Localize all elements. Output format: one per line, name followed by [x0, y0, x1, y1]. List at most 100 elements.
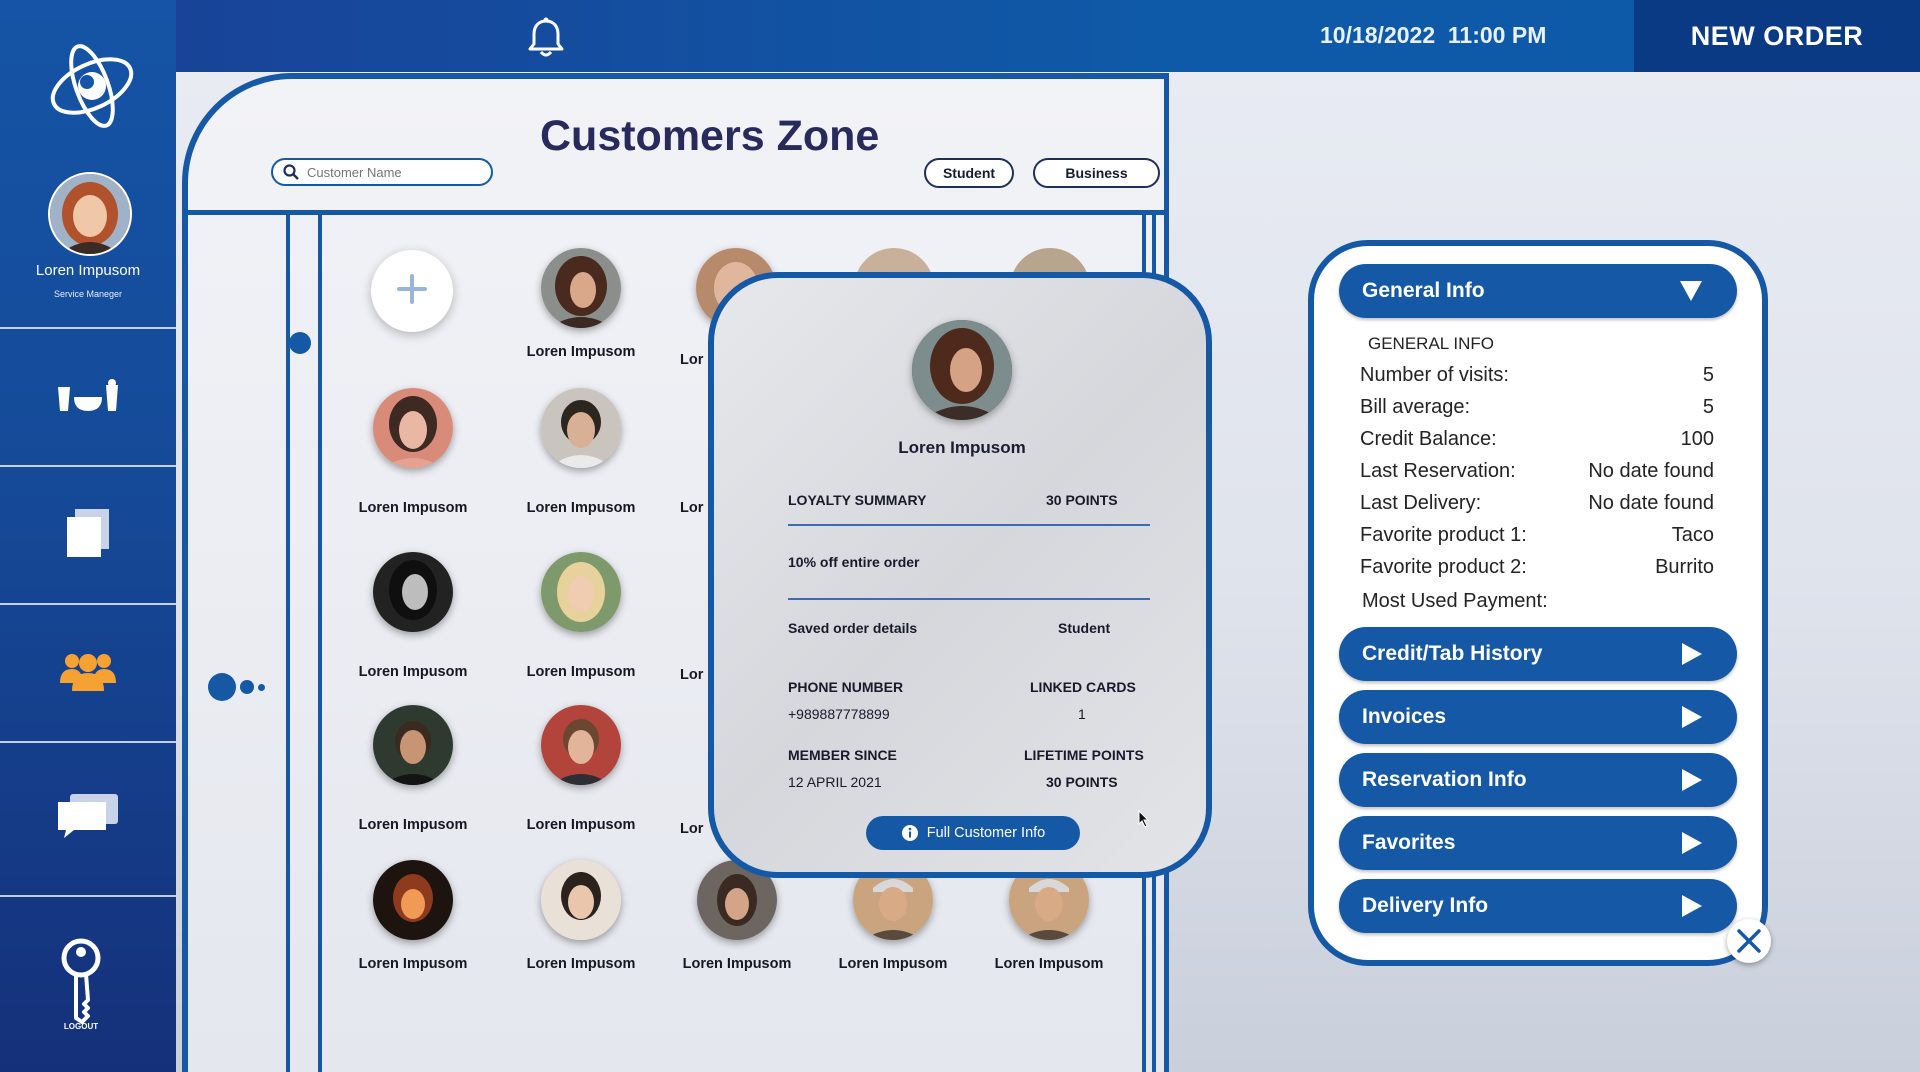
triangle-right-icon: [1681, 831, 1703, 855]
card-divider: [788, 598, 1150, 600]
info-label: Favorite product 1:: [1360, 524, 1527, 546]
sidebar-item-chat[interactable]: [0, 743, 176, 893]
lifetime-points-value: 30 POINTS: [1046, 774, 1118, 790]
notification-bell-icon[interactable]: [524, 16, 568, 65]
card-customer-name: Loren Impusom: [898, 438, 1026, 457]
logout-label[interactable]: LOGOUT: [0, 1022, 162, 1031]
search-field[interactable]: [271, 158, 493, 186]
scroll-marker[interactable]: [289, 332, 311, 354]
triangle-right-icon: [1681, 705, 1703, 729]
customer-card[interactable]: Loren Impusom: [338, 552, 488, 680]
date-text: 10/18/2022: [1320, 22, 1436, 48]
close-panel-button[interactable]: [1727, 919, 1771, 963]
general-info-toggle[interactable]: General Info: [1339, 264, 1737, 318]
credit-tab-history-toggle[interactable]: Credit/Tab History: [1339, 627, 1737, 681]
section-label: Invoices: [1362, 705, 1447, 728]
customer-name: Loren Impusom: [358, 956, 468, 972]
add-customer-button[interactable]: [371, 250, 453, 332]
app-logo-icon: [44, 38, 140, 139]
customer-avatar: [541, 552, 621, 632]
info-icon: [901, 824, 919, 842]
customer-card[interactable]: Loren Impusom: [506, 860, 656, 972]
customer-name: Loren Impusom: [838, 956, 948, 972]
customer-card[interactable]: Loren Impusom: [506, 248, 656, 360]
info-label: Last Delivery:: [1360, 492, 1482, 514]
customer-card[interactable]: Loren Impusom: [506, 388, 656, 516]
general-info-label: General Info: [1362, 279, 1485, 302]
page-indicator-dot[interactable]: [258, 684, 265, 691]
section-label: Credit/Tab History: [1362, 642, 1543, 665]
customer-card[interactable]: Loren Impusom: [338, 705, 488, 833]
page-indicator-dot[interactable]: [240, 680, 254, 694]
lifetime-points-label: LIFETIME POINTS: [1024, 747, 1144, 763]
delivery-info-toggle[interactable]: Delivery Info: [1339, 879, 1737, 933]
info-label: Most Used Payment:: [1362, 590, 1548, 612]
customer-card[interactable]: Loren Impusom: [338, 860, 488, 972]
customer-name-partial: Lor: [680, 352, 704, 368]
info-row: Number of visits: 5: [1360, 364, 1714, 387]
customer-avatar: [373, 552, 453, 632]
search-input[interactable]: [307, 164, 477, 180]
linked-cards-value: 1: [1078, 706, 1086, 722]
close-icon: [1736, 928, 1762, 954]
page-indicator-dot-active[interactable]: [208, 673, 236, 701]
customer-avatar: [541, 248, 621, 328]
info-row: Last Delivery: No date found: [1360, 492, 1714, 515]
reservation-info-toggle[interactable]: Reservation Info: [1339, 753, 1737, 807]
new-order-button[interactable]: NEW ORDER: [1634, 0, 1920, 72]
customer-name: Loren Impusom: [526, 817, 636, 833]
filter-student-button[interactable]: Student: [924, 158, 1014, 188]
member-since-label: MEMBER SINCE: [788, 747, 897, 763]
info-value: Taco: [1671, 524, 1714, 546]
date-time: 10/18/2022 11:00 PM: [1320, 22, 1546, 49]
sidebar-item-food[interactable]: [0, 329, 176, 465]
customer-card[interactable]: Loren Impusom: [338, 388, 488, 516]
filter-business-button[interactable]: Business: [1033, 158, 1160, 188]
customer-avatar: [373, 705, 453, 785]
customer-name-partial: Lor: [680, 821, 704, 837]
invoices-toggle[interactable]: Invoices: [1339, 690, 1737, 744]
plus-icon: [395, 272, 429, 311]
customer-name-partial: Lor: [680, 667, 704, 683]
customer-name: Loren Impusom: [526, 344, 636, 360]
customer-card[interactable]: Loren Impusom: [506, 552, 656, 680]
loyalty-points-value: 30 POINTS: [1046, 492, 1118, 508]
info-value: No date found: [1588, 492, 1714, 514]
customer-avatar: [541, 860, 621, 940]
favorites-toggle[interactable]: Favorites: [1339, 816, 1737, 870]
info-label: Credit Balance:: [1360, 428, 1497, 450]
customer-name-partial: Lor: [680, 500, 704, 516]
mouse-cursor-icon: [1138, 809, 1150, 833]
customer-card[interactable]: Loren Impusom: [506, 705, 656, 833]
triangle-right-icon: [1681, 642, 1703, 666]
page-title: Customers Zone: [540, 112, 880, 160]
info-label: Favorite product 2:: [1360, 556, 1527, 578]
phone-label: PHONE NUMBER: [788, 679, 904, 695]
info-value: 5: [1702, 396, 1714, 418]
customers-icon: [58, 649, 118, 698]
section-label: Favorites: [1362, 831, 1456, 854]
info-value: 100: [1680, 428, 1714, 450]
info-row: Favorite product 1: Taco: [1360, 524, 1714, 547]
customer-avatar: [541, 705, 621, 785]
triangle-down-icon: [1679, 280, 1703, 302]
user-avatar[interactable]: [48, 172, 132, 256]
phone-value: +989887778899: [788, 706, 890, 722]
sidebar-divider: [0, 895, 176, 897]
user-role: Service Manеger: [53, 289, 123, 299]
logout-key-icon[interactable]: [56, 938, 106, 1029]
header-divider: [182, 210, 1168, 215]
customer-avatar: [373, 388, 453, 468]
user-name: Loren Impusom: [35, 262, 141, 279]
full-customer-info-button[interactable]: Full Customer Info: [866, 816, 1080, 850]
customer-name: Loren Impusom: [682, 956, 792, 972]
offer-text: 10% off entire order: [788, 554, 920, 570]
sidebar-item-documents[interactable]: [0, 467, 176, 603]
section-label: Reservation Info: [1362, 768, 1527, 791]
food-drinks-icon: [56, 377, 120, 418]
customer-name: Loren Impusom: [358, 817, 468, 833]
info-row: Credit Balance: 100: [1360, 428, 1714, 451]
sidebar-item-customers[interactable]: [0, 605, 176, 741]
customer-name: Loren Impusom: [526, 956, 636, 972]
card-avatar: [912, 320, 1012, 420]
